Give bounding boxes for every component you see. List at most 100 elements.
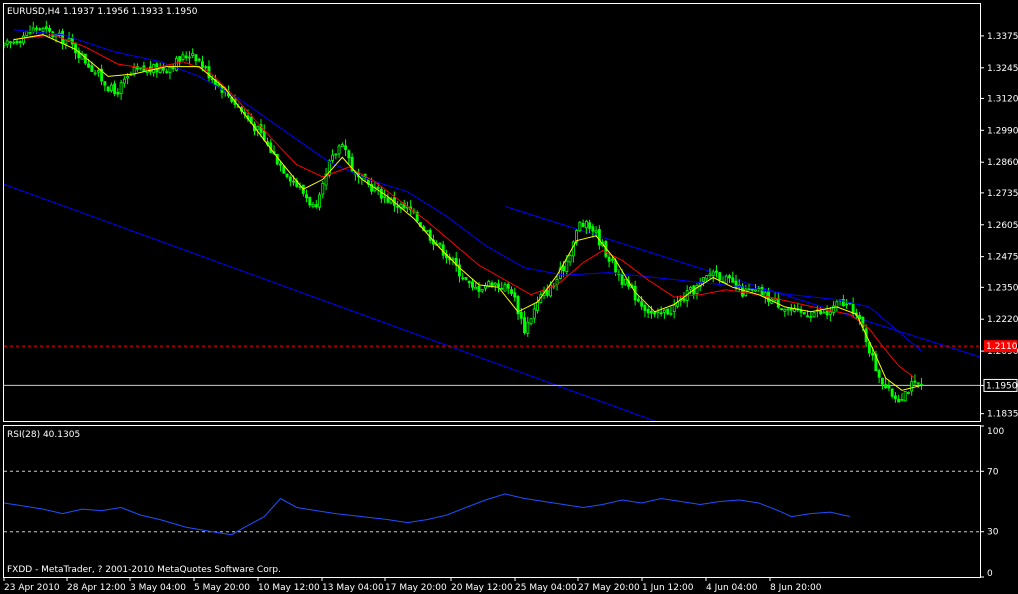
candle-body [903, 390, 907, 402]
candle-body [25, 30, 29, 36]
candle-body [728, 275, 731, 279]
candle-body [659, 312, 663, 315]
candle-body [109, 84, 113, 91]
candle-body [532, 308, 536, 319]
candle-body [636, 298, 640, 302]
candle-body [321, 182, 325, 195]
candle-body [314, 204, 318, 208]
candle-body [741, 285, 744, 297]
candle-body [285, 173, 289, 177]
candle-body [305, 194, 309, 199]
candle-body [887, 385, 891, 389]
candle-body [672, 304, 676, 312]
candle-body [503, 284, 507, 292]
rsi-axis: 100 70 30 0 [980, 425, 1004, 579]
time-tick-label: 27 May 20:00 [578, 583, 640, 593]
candle-body [643, 305, 647, 311]
price-tick-label: 1.1835 [987, 410, 1018, 420]
price-axis: 1.3375 1.3245 1.3120 1.2990 1.2860 1.2735 1.26… [980, 32, 1018, 420]
candle-body [396, 205, 400, 208]
candle-body [620, 274, 624, 285]
candle-body [734, 280, 738, 289]
time-tick-label: 3 May 04:00 [130, 583, 186, 593]
price-tick-label: 1.2350 [987, 283, 1018, 293]
candle-body [607, 256, 611, 262]
candle-body [64, 39, 68, 45]
candle-body [282, 165, 286, 174]
candle-body [688, 287, 692, 290]
candle-body [74, 42, 78, 53]
candle-body [126, 76, 130, 79]
candle-body [858, 314, 862, 320]
time-tick-label: 23 Apr 2010 [4, 583, 60, 593]
candle-body [22, 35, 25, 44]
candle-body [87, 63, 91, 68]
candle-body [318, 194, 322, 208]
candle-body [884, 384, 888, 389]
candle-body [383, 195, 387, 198]
candle-body [529, 318, 533, 325]
candle-body [825, 310, 829, 316]
candle-body [90, 65, 94, 72]
candle-body [510, 289, 513, 294]
candle-body [900, 399, 904, 402]
candle-body [786, 308, 790, 311]
candle-body [480, 289, 484, 292]
candle-body [562, 265, 566, 272]
candle-body [708, 273, 712, 277]
candle-body [9, 41, 12, 44]
time-tick-label: 1 Jun 12:00 [642, 583, 694, 593]
time-tick-label: 17 May 20:00 [385, 583, 447, 593]
candle-body [165, 71, 169, 73]
candle-body [18, 41, 22, 43]
candle-body [835, 301, 839, 308]
candle-body [113, 83, 117, 95]
alert-price-label: 1.2110 [986, 342, 1018, 352]
price-tick-label: 1.3245 [987, 64, 1018, 74]
candle-body [471, 281, 474, 288]
candle-body [116, 91, 120, 95]
time-tick-label: 25 May 04:00 [515, 583, 577, 593]
candle-body [519, 311, 523, 319]
candle-body [197, 58, 201, 61]
candle-body [168, 66, 172, 73]
candle-body [217, 84, 221, 87]
candle-body [802, 312, 806, 315]
candle-body [119, 82, 123, 94]
price-tick-label: 1.2990 [987, 126, 1018, 136]
candle-body [597, 229, 601, 246]
time-tick-label: 10 May 12:00 [258, 583, 320, 593]
rsi-plot-frame [3, 425, 981, 578]
candle-body [5, 40, 9, 45]
candle-body [623, 278, 627, 285]
rsi-title: RSI(28) 40.1305 [7, 430, 80, 440]
candle-body [893, 395, 897, 399]
rsi-tick-label: 70 [987, 467, 999, 477]
candle-body [877, 370, 881, 378]
time-tick-label: 5 May 20:00 [194, 583, 250, 593]
candle-body [760, 287, 764, 297]
candle-body [653, 311, 657, 315]
candle-body [565, 260, 569, 272]
candle-body [662, 309, 666, 313]
candle-body [35, 27, 38, 30]
candle-body [702, 277, 705, 282]
candle-body [819, 310, 823, 315]
copyright-note: FXDD - MetaTrader, ? 2001-2010 MetaQuote… [7, 565, 281, 575]
candle-body [718, 272, 722, 281]
candle-body [96, 70, 100, 73]
candle-body [256, 125, 260, 131]
candle-body [523, 317, 526, 333]
candle-body [200, 61, 204, 68]
candle-body [871, 353, 875, 356]
candle-body [425, 229, 429, 233]
time-tick-label: 4 Jun 04:00 [706, 583, 758, 593]
candle-body [584, 220, 588, 229]
candle-body [610, 258, 614, 261]
candle-body [571, 241, 575, 257]
candle-body [880, 377, 884, 385]
candle-body [292, 180, 296, 183]
candle-body [178, 56, 182, 62]
candle-body [906, 392, 910, 394]
candle-body [715, 270, 718, 273]
